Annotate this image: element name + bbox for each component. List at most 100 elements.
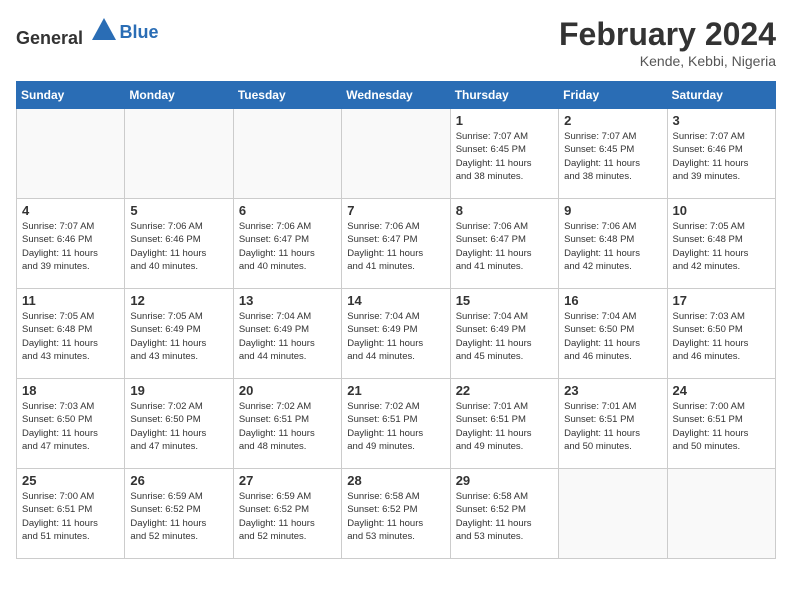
day-info: Sunrise: 7:07 AM Sunset: 6:45 PM Dayligh…	[564, 130, 661, 183]
calendar-cell: 4 Sunrise: 7:07 AM Sunset: 6:46 PM Daylig…	[17, 199, 125, 289]
calendar-week-5: 25 Sunrise: 7:00 AM Sunset: 6:51 PM Dayli…	[17, 469, 776, 559]
calendar-cell: 20 Sunrise: 7:02 AM Sunset: 6:51 PM Dayli…	[233, 379, 341, 469]
weekday-header-tuesday: Tuesday	[233, 82, 341, 109]
day-info: Sunrise: 7:07 AM Sunset: 6:46 PM Dayligh…	[22, 220, 119, 273]
calendar-cell	[125, 109, 233, 199]
day-number: 5	[130, 203, 227, 218]
calendar-cell: 10Sunrise: 7:05 AM Sunset: 6:48 PM Dayli…	[667, 199, 775, 289]
day-info: Sunrise: 7:06 AM Sunset: 6:47 PM Dayligh…	[456, 220, 553, 273]
logo-icon	[90, 16, 118, 44]
calendar-week-1: 1 Sunrise: 7:07 AM Sunset: 6:45 PM Daylig…	[17, 109, 776, 199]
calendar-cell: 3 Sunrise: 7:07 AM Sunset: 6:46 PM Daylig…	[667, 109, 775, 199]
day-info: Sunrise: 7:01 AM Sunset: 6:51 PM Dayligh…	[456, 400, 553, 453]
day-info: Sunrise: 7:06 AM Sunset: 6:47 PM Dayligh…	[347, 220, 444, 273]
month-year-title: February 2024	[559, 16, 776, 53]
calendar-cell: 21 Sunrise: 7:02 AM Sunset: 6:51 PM Dayli…	[342, 379, 450, 469]
location-subtitle: Kende, Kebbi, Nigeria	[559, 53, 776, 69]
calendar-cell: 29Sunrise: 6:58 AM Sunset: 6:52 PM Dayli…	[450, 469, 558, 559]
day-info: Sunrise: 7:01 AM Sunset: 6:51 PM Dayligh…	[564, 400, 661, 453]
logo-blue: Blue	[120, 22, 159, 42]
day-info: Sunrise: 7:07 AM Sunset: 6:46 PM Dayligh…	[673, 130, 770, 183]
day-info: Sunrise: 6:58 AM Sunset: 6:52 PM Dayligh…	[347, 490, 444, 543]
day-info: Sunrise: 7:04 AM Sunset: 6:49 PM Dayligh…	[347, 310, 444, 363]
calendar-cell: 19 Sunrise: 7:02 AM Sunset: 6:50 PM Dayli…	[125, 379, 233, 469]
day-number: 23	[564, 383, 661, 398]
day-info: Sunrise: 7:04 AM Sunset: 6:49 PM Dayligh…	[456, 310, 553, 363]
day-number: 18	[22, 383, 119, 398]
day-info: Sunrise: 6:59 AM Sunset: 6:52 PM Dayligh…	[130, 490, 227, 543]
day-number: 13	[239, 293, 336, 308]
day-info: Sunrise: 7:07 AM Sunset: 6:45 PM Dayligh…	[456, 130, 553, 183]
day-number: 1	[456, 113, 553, 128]
calendar-cell: 22 Sunrise: 7:01 AM Sunset: 6:51 PM Dayli…	[450, 379, 558, 469]
calendar-cell: 28 Sunrise: 6:58 AM Sunset: 6:52 PM Dayli…	[342, 469, 450, 559]
day-number: 29	[456, 473, 553, 488]
day-number: 28	[347, 473, 444, 488]
day-number: 2	[564, 113, 661, 128]
calendar-cell: 1 Sunrise: 7:07 AM Sunset: 6:45 PM Daylig…	[450, 109, 558, 199]
day-info: Sunrise: 7:03 AM Sunset: 6:50 PM Dayligh…	[22, 400, 119, 453]
logo-general: General	[16, 28, 83, 48]
day-info: Sunrise: 7:02 AM Sunset: 6:50 PM Dayligh…	[130, 400, 227, 453]
calendar-cell: 15 Sunrise: 7:04 AM Sunset: 6:49 PM Dayli…	[450, 289, 558, 379]
calendar-week-3: 11 Sunrise: 7:05 AM Sunset: 6:48 PM Dayli…	[17, 289, 776, 379]
day-number: 12	[130, 293, 227, 308]
day-number: 3	[673, 113, 770, 128]
calendar-cell: 27Sunrise: 6:59 AM Sunset: 6:52 PM Dayli…	[233, 469, 341, 559]
calendar-cell: 12Sunrise: 7:05 AM Sunset: 6:49 PM Dayli…	[125, 289, 233, 379]
day-number: 22	[456, 383, 553, 398]
day-info: Sunrise: 7:05 AM Sunset: 6:48 PM Dayligh…	[22, 310, 119, 363]
weekday-header-monday: Monday	[125, 82, 233, 109]
day-number: 8	[456, 203, 553, 218]
calendar-cell: 6 Sunrise: 7:06 AM Sunset: 6:47 PM Daylig…	[233, 199, 341, 289]
calendar-cell: 17 Sunrise: 7:03 AM Sunset: 6:50 PM Dayli…	[667, 289, 775, 379]
weekday-header-sunday: Sunday	[17, 82, 125, 109]
logo: General Blue	[16, 16, 159, 49]
day-info: Sunrise: 7:06 AM Sunset: 6:47 PM Dayligh…	[239, 220, 336, 273]
day-number: 19	[130, 383, 227, 398]
day-info: Sunrise: 7:00 AM Sunset: 6:51 PM Dayligh…	[673, 400, 770, 453]
day-number: 15	[456, 293, 553, 308]
day-number: 24	[673, 383, 770, 398]
weekday-header-saturday: Saturday	[667, 82, 775, 109]
title-section: February 2024 Kende, Kebbi, Nigeria	[559, 16, 776, 69]
calendar-cell	[342, 109, 450, 199]
day-info: Sunrise: 7:04 AM Sunset: 6:49 PM Dayligh…	[239, 310, 336, 363]
day-number: 7	[347, 203, 444, 218]
day-info: Sunrise: 7:06 AM Sunset: 6:48 PM Dayligh…	[564, 220, 661, 273]
weekday-header-friday: Friday	[559, 82, 667, 109]
calendar-cell: 13 Sunrise: 7:04 AM Sunset: 6:49 PM Dayli…	[233, 289, 341, 379]
day-number: 20	[239, 383, 336, 398]
calendar-cell: 9 Sunrise: 7:06 AM Sunset: 6:48 PM Daylig…	[559, 199, 667, 289]
calendar-cell	[17, 109, 125, 199]
calendar-cell: 18 Sunrise: 7:03 AM Sunset: 6:50 PM Dayli…	[17, 379, 125, 469]
calendar-cell: 2 Sunrise: 7:07 AM Sunset: 6:45 PM Daylig…	[559, 109, 667, 199]
day-info: Sunrise: 7:00 AM Sunset: 6:51 PM Dayligh…	[22, 490, 119, 543]
weekday-header-thursday: Thursday	[450, 82, 558, 109]
day-info: Sunrise: 7:04 AM Sunset: 6:50 PM Dayligh…	[564, 310, 661, 363]
day-number: 11	[22, 293, 119, 308]
day-number: 27	[239, 473, 336, 488]
day-info: Sunrise: 7:02 AM Sunset: 6:51 PM Dayligh…	[239, 400, 336, 453]
day-number: 25	[22, 473, 119, 488]
day-info: Sunrise: 7:02 AM Sunset: 6:51 PM Dayligh…	[347, 400, 444, 453]
calendar-cell: 14Sunrise: 7:04 AM Sunset: 6:49 PM Dayli…	[342, 289, 450, 379]
calendar-cell	[667, 469, 775, 559]
calendar-cell: 5 Sunrise: 7:06 AM Sunset: 6:46 PM Daylig…	[125, 199, 233, 289]
calendar-cell: 23 Sunrise: 7:01 AM Sunset: 6:51 PM Dayli…	[559, 379, 667, 469]
calendar-week-4: 18 Sunrise: 7:03 AM Sunset: 6:50 PM Dayli…	[17, 379, 776, 469]
calendar-cell: 8 Sunrise: 7:06 AM Sunset: 6:47 PM Daylig…	[450, 199, 558, 289]
day-number: 16	[564, 293, 661, 308]
day-number: 17	[673, 293, 770, 308]
calendar-cell: 24 Sunrise: 7:00 AM Sunset: 6:51 PM Dayli…	[667, 379, 775, 469]
weekday-header-wednesday: Wednesday	[342, 82, 450, 109]
day-number: 21	[347, 383, 444, 398]
calendar-week-2: 4 Sunrise: 7:07 AM Sunset: 6:46 PM Daylig…	[17, 199, 776, 289]
day-info: Sunrise: 7:06 AM Sunset: 6:46 PM Dayligh…	[130, 220, 227, 273]
calendar-cell: 16 Sunrise: 7:04 AM Sunset: 6:50 PM Dayli…	[559, 289, 667, 379]
day-number: 4	[22, 203, 119, 218]
day-number: 9	[564, 203, 661, 218]
page-header: General Blue February 2024 Kende, Kebbi,…	[16, 16, 776, 69]
day-number: 6	[239, 203, 336, 218]
day-info: Sunrise: 7:03 AM Sunset: 6:50 PM Dayligh…	[673, 310, 770, 363]
